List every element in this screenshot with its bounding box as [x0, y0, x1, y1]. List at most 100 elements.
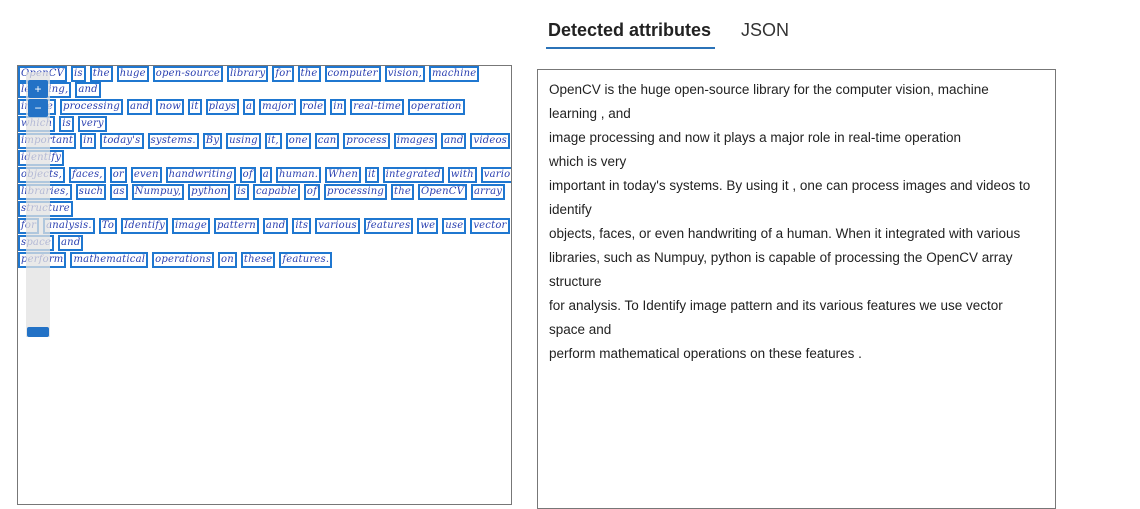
word-bounding-box: or	[109, 167, 127, 183]
detected-text-line: important in today's systems. By using i…	[549, 178, 1031, 193]
word-bounding-box: now	[156, 99, 185, 115]
word-bounding-box: we	[417, 218, 439, 234]
tab-detected-attributes[interactable]: Detected attributes	[546, 18, 716, 52]
word-bounding-box: today's	[100, 133, 144, 149]
word-bounding-box: machine	[428, 66, 480, 82]
tab-json[interactable]: JSON	[739, 18, 791, 52]
word-bounding-box: library	[227, 66, 269, 82]
detected-text-line: learning , and	[549, 106, 631, 121]
word-bounding-box: and	[75, 82, 101, 98]
handwriting-line: OpenCVisthehugeopen-sourcelibraryforthec…	[18, 66, 483, 82]
word-bounding-box: systems.	[147, 133, 199, 149]
word-bounding-box: To	[98, 218, 118, 234]
word-bounding-box: huge	[116, 66, 149, 82]
minus-icon[interactable]: −	[28, 99, 48, 117]
word-bounding-box: human.	[275, 167, 322, 183]
word-bounding-box: operation	[407, 99, 465, 115]
word-bounding-box: By	[202, 133, 223, 149]
word-bounding-box: process	[343, 133, 390, 149]
word-bounding-box: python	[188, 184, 231, 200]
word-bounding-box: a	[243, 99, 256, 115]
handwriting-image-panel: OpenCVisthehugeopen-sourcelibraryforthec…	[17, 65, 512, 505]
word-bounding-box: operations	[152, 252, 215, 268]
detected-text-line: for analysis. To Identify image pattern …	[549, 298, 1003, 313]
word-bounding-box: with	[447, 167, 477, 183]
word-bounding-box: images	[393, 133, 438, 149]
word-bounding-box: it	[365, 167, 379, 183]
detected-text-panel: OpenCV is the huge open-source library f…	[537, 69, 1056, 509]
detected-text-line: perform mathematical operations on these…	[549, 346, 862, 361]
handwriting-line: importantintoday'ssystems.Byusingit,onec…	[18, 133, 511, 149]
word-bounding-box: processing	[323, 184, 387, 200]
word-bounding-box: mathematical	[70, 252, 149, 268]
word-bounding-box: for	[272, 66, 294, 82]
detected-text-line: objects, faces, or even handwriting of a…	[549, 226, 1021, 241]
handwriting-line: performmathematicaloperationsonthesefeat…	[18, 252, 336, 268]
word-bounding-box: of	[239, 167, 256, 183]
word-bounding-box: features.	[279, 252, 333, 268]
result-tabs: Detected attributes JSON	[546, 18, 791, 52]
word-bounding-box: processing	[59, 99, 123, 115]
word-bounding-box: major	[259, 99, 296, 115]
word-bounding-box: of	[303, 184, 320, 200]
word-bounding-box: the	[391, 184, 414, 200]
word-bounding-box: OpenCV	[417, 184, 468, 200]
word-bounding-box: a	[259, 167, 272, 183]
zoom-slider-thumb[interactable]	[27, 327, 49, 337]
word-bounding-box: When	[325, 167, 362, 183]
word-bounding-box: real-time	[350, 99, 404, 115]
detected-text-line: identify	[549, 202, 592, 217]
word-bounding-box: image	[171, 218, 210, 234]
word-bounding-box: one	[285, 133, 311, 149]
word-bounding-box: plays	[205, 99, 239, 115]
word-bounding-box: on	[218, 252, 237, 268]
handwriting-line: objects,faces,orevenhandwritingofahuman.…	[18, 167, 511, 183]
handwriting-line: foranalysis.ToIdentifyimagepatternandits…	[18, 218, 511, 234]
detected-text-line: which is very	[549, 154, 627, 169]
word-bounding-box: it	[188, 99, 202, 115]
word-bounding-box: integrated	[382, 167, 444, 183]
word-bounding-box: array	[471, 184, 506, 200]
word-bounding-box: open-source	[152, 66, 224, 82]
detected-text-body: OpenCV is the huge open-source library f…	[549, 78, 1055, 366]
word-bounding-box: faces,	[68, 167, 106, 183]
word-bounding-box: use	[442, 218, 467, 234]
word-bounding-box: Identify	[121, 218, 168, 234]
word-bounding-box: even	[130, 167, 162, 183]
word-bounding-box: the	[297, 66, 321, 82]
word-bounding-box: and	[127, 99, 153, 115]
handwriting-line: libraries,suchasNumpuy,pythoniscapableof…	[18, 184, 509, 200]
word-bounding-box: various	[480, 167, 511, 183]
word-bounding-box: vision,	[384, 66, 425, 82]
handwriting-line: imageprocessingandnowitplaysamajorrolein…	[18, 99, 469, 115]
word-bounding-box: features	[363, 218, 414, 234]
word-bounding-box: and	[262, 218, 289, 234]
detected-text-line: image processing and now it plays a majo…	[549, 130, 961, 145]
detected-text-line: structure	[549, 274, 602, 289]
word-bounding-box: these	[240, 252, 276, 268]
word-bounding-box: various	[315, 218, 360, 234]
detected-text-line: libraries, such as Numpuy, python is cap…	[549, 250, 1013, 265]
word-bounding-box: it,	[264, 133, 282, 149]
word-bounding-box: capable	[253, 184, 300, 200]
word-bounding-box: is	[234, 184, 249, 200]
word-bounding-box: and	[58, 235, 84, 251]
word-bounding-box: role	[299, 99, 327, 115]
word-bounding-box: Numpuy,	[131, 184, 185, 200]
word-bounding-box: its	[292, 218, 312, 234]
word-bounding-box: analysis.	[43, 218, 95, 234]
word-bounding-box: as	[110, 184, 128, 200]
word-bounding-box: very	[77, 116, 107, 132]
word-bounding-box: can	[314, 133, 340, 149]
word-bounding-box: such	[75, 184, 107, 200]
word-bounding-box: vector	[470, 218, 510, 234]
word-bounding-box: is	[59, 116, 74, 132]
word-bounding-box: in	[80, 133, 97, 149]
word-bounding-box: pattern	[213, 218, 259, 234]
word-bounding-box: is	[71, 66, 86, 82]
word-bounding-box: the	[89, 66, 113, 82]
word-bounding-box: videos	[470, 133, 511, 149]
word-bounding-box: computer	[324, 66, 381, 82]
word-bounding-box: using	[226, 133, 261, 149]
plus-icon[interactable]: +	[28, 80, 48, 98]
